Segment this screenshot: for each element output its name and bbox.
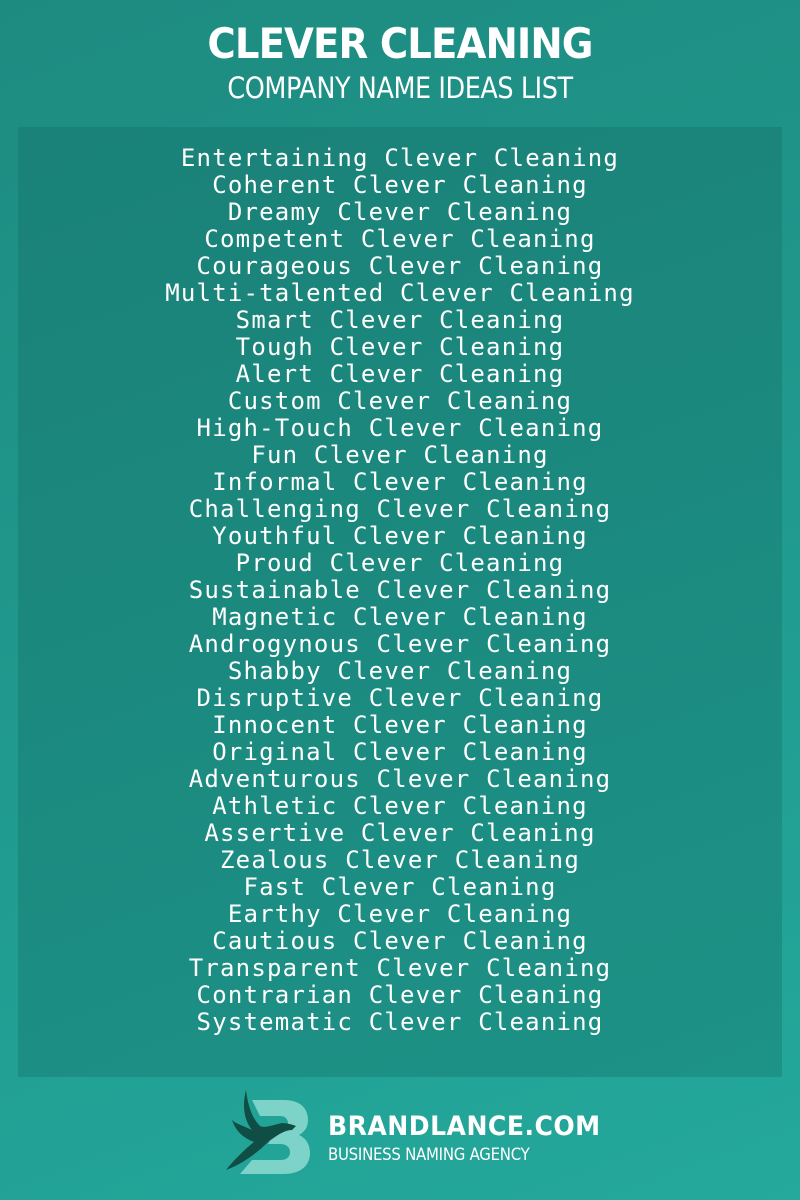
name-idea-item: Zealous Clever Cleaning: [220, 846, 580, 874]
name-idea-item: Assertive Clever Cleaning: [204, 819, 596, 847]
brand-tagline: BUSINESS NAMING AGENCY: [328, 1145, 530, 1165]
name-idea-item: Challenging Clever Cleaning: [188, 495, 612, 523]
page-title: CLEVER CLEANING: [207, 19, 593, 68]
name-idea-item: Informal Clever Cleaning: [212, 468, 588, 496]
name-idea-item: Transparent Clever Cleaning: [188, 954, 612, 982]
name-idea-item: Systematic Clever Cleaning: [196, 1008, 604, 1036]
name-idea-item: Original Clever Cleaning: [212, 738, 588, 766]
brand-name: BRANDLANCE.COM: [328, 1111, 601, 1142]
name-idea-item: Entertaining Clever Cleaning: [180, 144, 620, 172]
name-ideas-list: Entertaining Clever Cleaning Coherent Cle…: [18, 145, 782, 1036]
name-idea-item: Competent Clever Cleaning: [204, 225, 596, 253]
name-idea-item: Alert Clever Cleaning: [235, 360, 565, 388]
name-idea-item: Contrarian Clever Cleaning: [196, 981, 604, 1009]
name-idea-item: High-Touch Clever Cleaning: [196, 414, 604, 442]
name-idea-item: Magnetic Clever Cleaning: [212, 603, 588, 631]
name-idea-item: Androgynous Clever Cleaning: [188, 630, 612, 658]
name-idea-item: Youthful Clever Cleaning: [212, 522, 588, 550]
name-idea-item: Courageous Clever Cleaning: [196, 252, 604, 280]
name-idea-item: Dreamy Clever Cleaning: [227, 198, 573, 226]
name-idea-item: Athletic Clever Cleaning: [212, 792, 588, 820]
page-subtitle: COMPANY NAME IDEAS LIST: [227, 71, 573, 105]
name-idea-item: Sustainable Clever Cleaning: [188, 576, 612, 604]
name-idea-item: Fun Clever Cleaning: [251, 441, 549, 469]
name-idea-item: Proud Clever Cleaning: [235, 549, 565, 577]
name-idea-item: Shabby Clever Cleaning: [227, 657, 573, 685]
name-idea-item: Multi-talented Clever Cleaning: [165, 279, 635, 307]
name-idea-item: Tough Clever Cleaning: [235, 333, 565, 361]
name-idea-item: Earthy Clever Cleaning: [227, 900, 573, 928]
name-idea-item: Custom Clever Cleaning: [227, 387, 573, 415]
brandlance-logo-icon: [226, 1090, 310, 1174]
footer: BRANDLANCE.COM BUSINESS NAMING AGENCY: [0, 1080, 800, 1200]
name-idea-item: Fast Clever Cleaning: [243, 873, 557, 901]
name-idea-item: Cautious Clever Cleaning: [212, 927, 588, 955]
name-idea-item: Adventurous Clever Cleaning: [188, 765, 612, 793]
name-idea-item: Coherent Clever Cleaning: [212, 171, 588, 199]
name-idea-item: Disruptive Clever Cleaning: [196, 684, 604, 712]
name-idea-item: Innocent Clever Cleaning: [212, 711, 588, 739]
name-idea-item: Smart Clever Cleaning: [235, 306, 565, 334]
